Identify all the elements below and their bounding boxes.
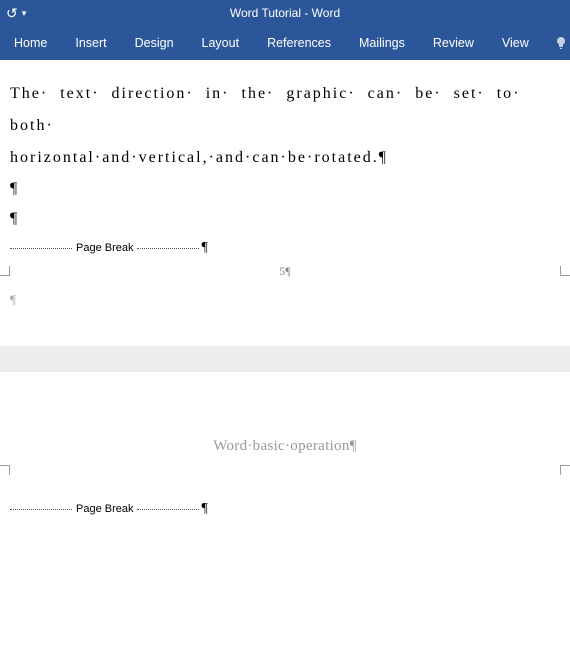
page-break-dots-right bbox=[137, 248, 199, 249]
title-bar: ↺ ▾ Word Tutorial - Word bbox=[0, 0, 570, 26]
tab-home[interactable]: Home bbox=[6, 28, 61, 58]
tab-mailings[interactable]: Mailings bbox=[345, 28, 419, 58]
undo-icon[interactable]: ↺ bbox=[6, 5, 18, 22]
ribbon-tabs: Home Insert Design Layout References Mai… bbox=[0, 26, 570, 60]
footer-paragraph-mark: ¶ bbox=[0, 290, 570, 310]
tell-me-search[interactable]: Tell m bbox=[543, 21, 570, 65]
window-title: Word Tutorial - Word bbox=[230, 6, 340, 20]
page-header[interactable]: Word·basic·operation¶ bbox=[0, 372, 570, 465]
page-break-label-2: Page Break bbox=[72, 503, 137, 515]
page-header-crop-row bbox=[0, 465, 570, 479]
crop-mark-top-left bbox=[0, 465, 10, 475]
tab-design[interactable]: Design bbox=[121, 28, 188, 58]
crop-mark-top-right bbox=[560, 465, 570, 475]
document-page-2[interactable]: Word·basic·operation¶ Page Break ¶ bbox=[0, 372, 570, 523]
empty-paragraph-1[interactable]: ¶ bbox=[0, 174, 570, 204]
body-line-2: horizontal·and·vertical,·and·can·be·rota… bbox=[10, 142, 560, 174]
empty-paragraph-2[interactable]: ¶ bbox=[0, 204, 570, 234]
tab-references[interactable]: References bbox=[253, 28, 345, 58]
qat-customize-dropdown[interactable]: ▾ bbox=[22, 8, 27, 19]
crop-mark-bottom-right bbox=[560, 266, 570, 276]
page-break-marker-2[interactable]: Page Break ¶ bbox=[0, 495, 570, 523]
document-page-1[interactable]: The· text· direction· in· the· graphic· … bbox=[0, 60, 570, 310]
page-number: 5¶ bbox=[279, 264, 290, 279]
tab-review[interactable]: Review bbox=[419, 28, 488, 58]
tab-layout[interactable]: Layout bbox=[188, 28, 254, 58]
page-break-label: Page Break bbox=[72, 242, 137, 254]
tab-view[interactable]: View bbox=[488, 28, 543, 58]
page-footer-region: 5¶ bbox=[0, 262, 570, 290]
page-break-dots-left bbox=[10, 248, 72, 249]
body-line-1: The· text· direction· in· the· graphic· … bbox=[10, 78, 560, 142]
page-break-pilcrow: ¶ bbox=[199, 240, 207, 256]
quick-access-toolbar: ↺ ▾ bbox=[6, 5, 26, 22]
lightbulb-icon bbox=[555, 36, 567, 50]
page-gap bbox=[0, 346, 570, 372]
crop-mark-bottom-left bbox=[0, 266, 10, 276]
page-break-marker[interactable]: Page Break ¶ bbox=[0, 234, 570, 262]
page-break-dots-left-2 bbox=[10, 509, 72, 510]
tab-insert[interactable]: Insert bbox=[61, 28, 120, 58]
page-break-dots-right-2 bbox=[137, 509, 199, 510]
paragraph-body[interactable]: The· text· direction· in· the· graphic· … bbox=[0, 60, 570, 174]
page-break-pilcrow-2: ¶ bbox=[199, 501, 207, 517]
